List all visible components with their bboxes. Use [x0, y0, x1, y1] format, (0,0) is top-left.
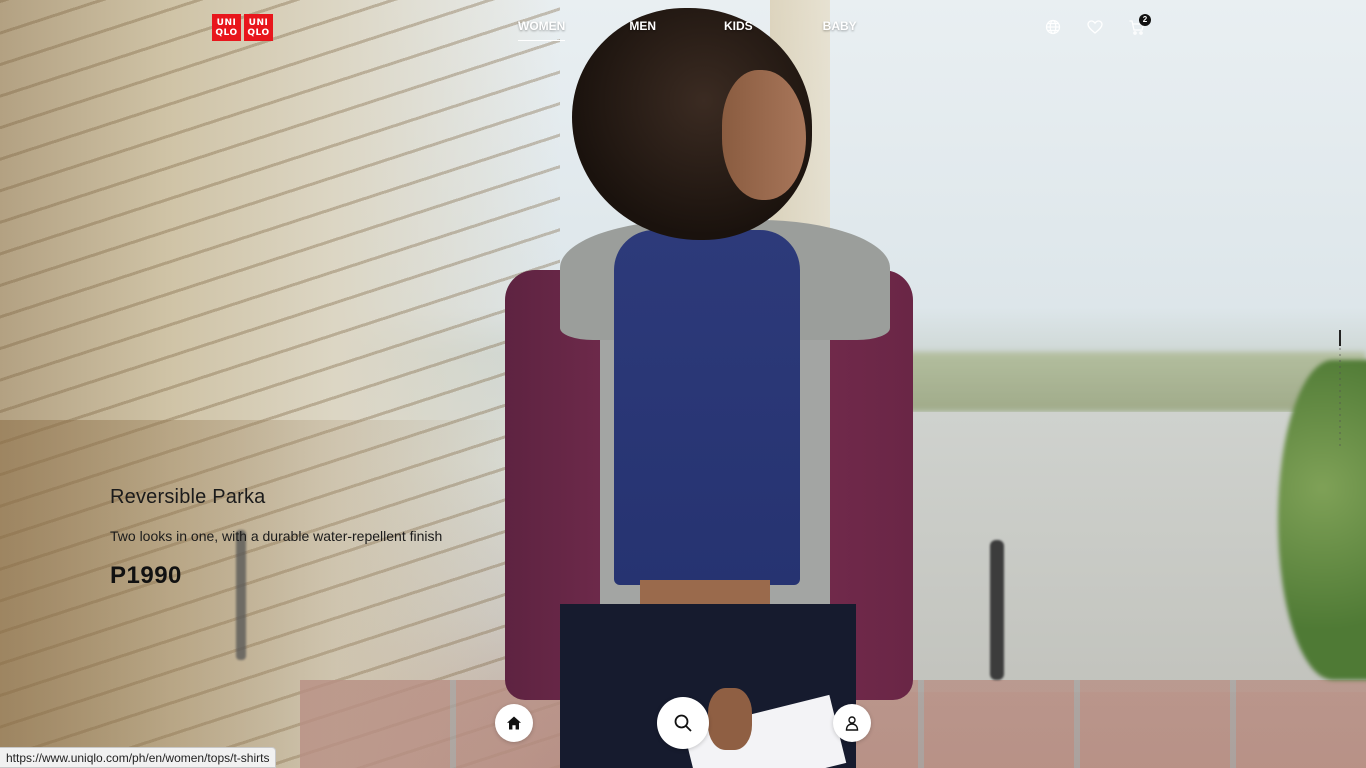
model-tank-top — [614, 230, 800, 585]
account-button[interactable] — [833, 704, 871, 742]
status-bar-url: https://www.uniqlo.com/ph/en/women/tops/… — [0, 747, 277, 768]
slide-progress-indicator — [1339, 330, 1341, 346]
logo-text: UNI — [216, 17, 237, 28]
logo-text: QLO — [247, 27, 270, 38]
background-grass — [880, 352, 1366, 412]
heart-icon[interactable] — [1086, 18, 1104, 36]
model-midriff — [640, 580, 770, 606]
user-icon — [845, 716, 859, 731]
hero-image[interactable] — [0, 0, 1366, 768]
product-name[interactable]: Reversible Parka — [110, 486, 266, 509]
model-face — [722, 70, 806, 200]
logo-text: UNI — [248, 17, 269, 28]
product-price: P1990 — [110, 562, 182, 589]
logo-box-right: UNI QLO — [244, 14, 273, 41]
cart-count-badge: 2 — [1139, 14, 1151, 26]
search-button[interactable] — [657, 697, 709, 749]
globe-icon[interactable] — [1044, 18, 1062, 36]
logo-box-left: UNI QLO — [212, 14, 241, 41]
main-nav: WOMEN MEN KIDS BABY — [518, 19, 921, 41]
page: UNI QLO UNI QLO WOMEN MEN KIDS BABY 2 Re… — [0, 0, 1366, 768]
model-hand — [708, 688, 752, 750]
nav-item-baby[interactable]: BABY — [823, 19, 857, 41]
cart-icon[interactable]: 2 — [1128, 14, 1151, 36]
nav-item-men[interactable]: MEN — [629, 19, 656, 41]
slide-progress-track[interactable] — [1339, 330, 1341, 450]
nav-item-kids[interactable]: KIDS — [724, 19, 753, 41]
nav-item-women[interactable]: WOMEN — [518, 19, 566, 41]
home-button[interactable] — [495, 704, 533, 742]
background-drainpipe — [236, 530, 246, 660]
header-actions: 2 — [1044, 14, 1170, 36]
home-icon — [507, 716, 521, 730]
search-icon — [674, 714, 692, 732]
uniqlo-logo[interactable]: UNI QLO UNI QLO — [212, 14, 273, 41]
background-post — [990, 540, 1004, 680]
product-description: Two looks in one, with a durable water-r… — [110, 528, 443, 544]
logo-text: QLO — [215, 27, 238, 38]
